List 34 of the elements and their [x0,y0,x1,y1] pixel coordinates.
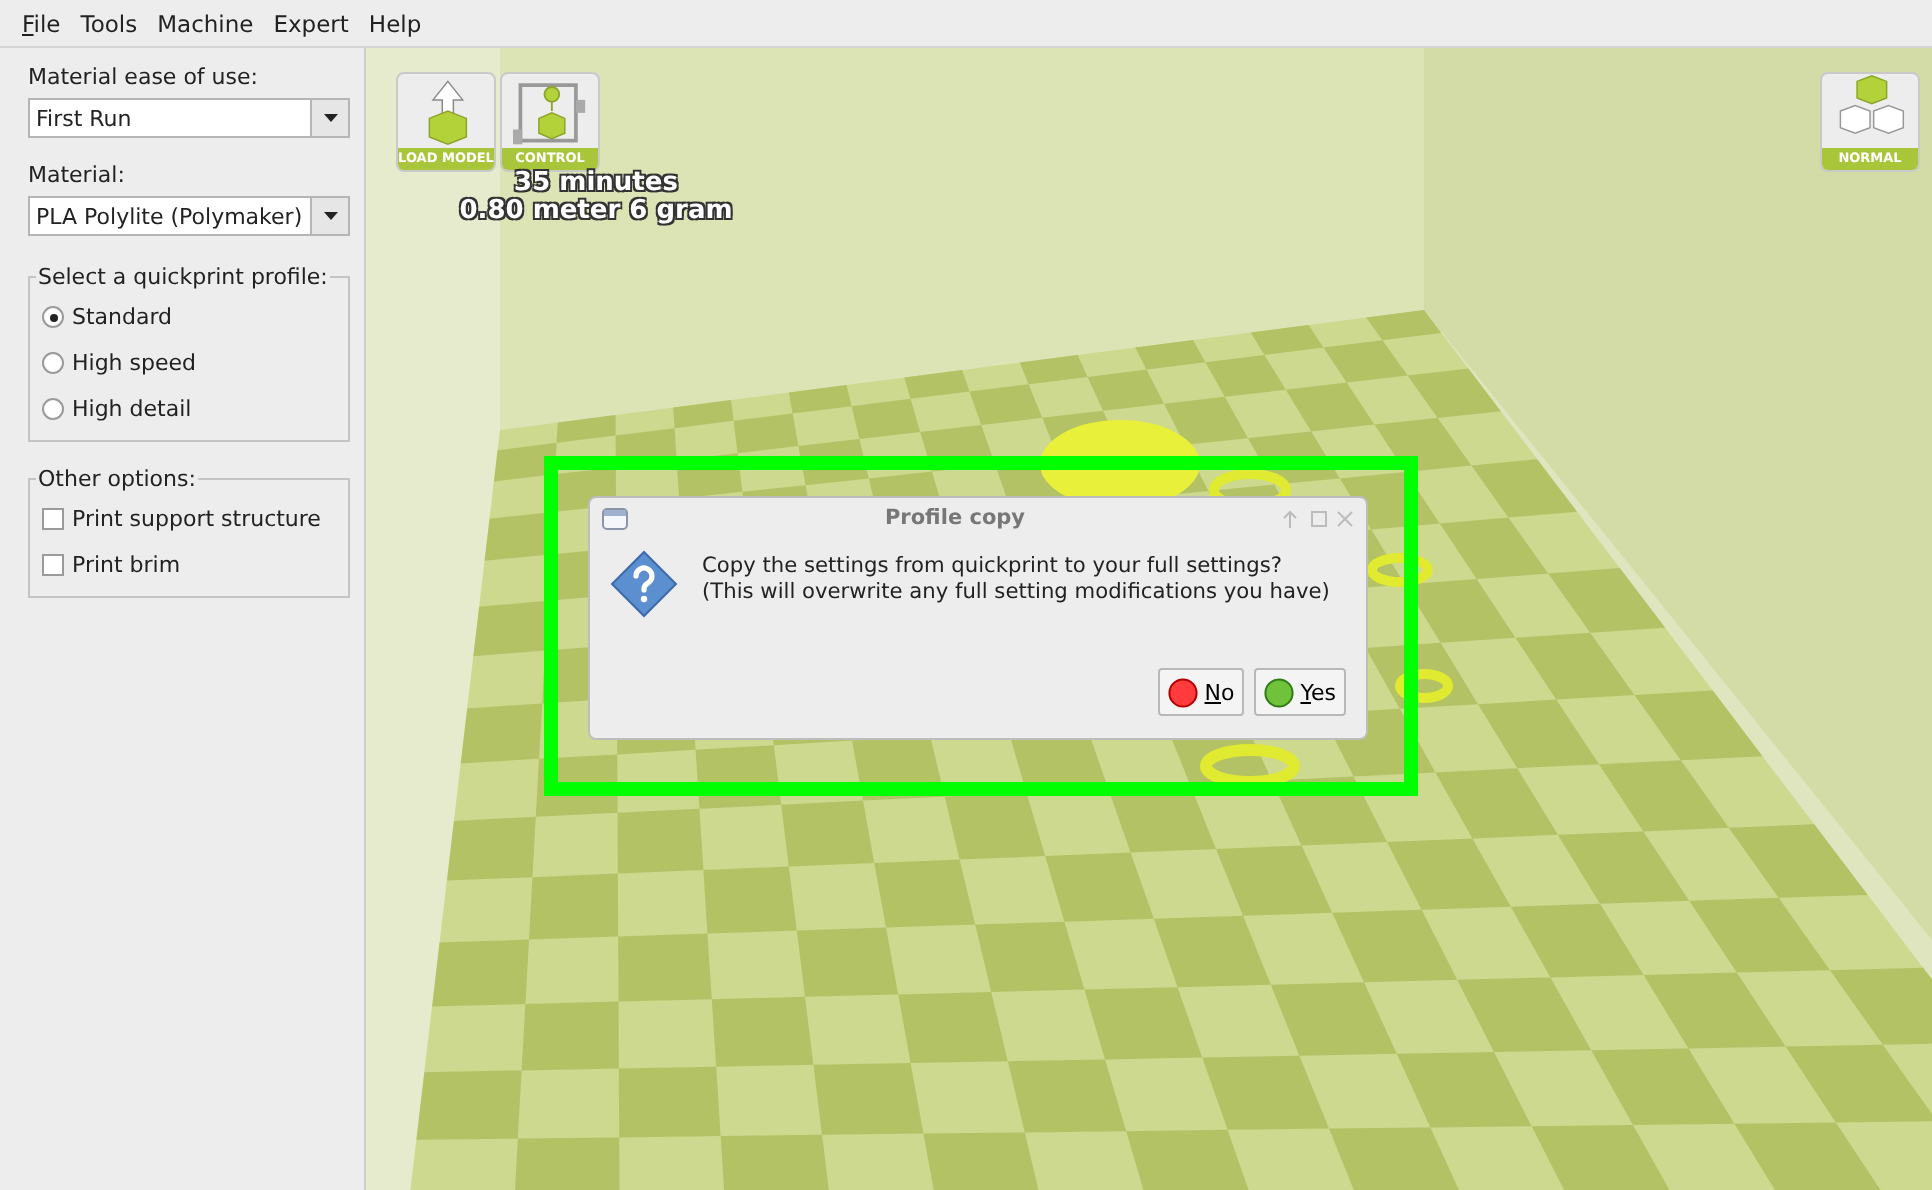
caret-icon [323,212,337,220]
radio-label[interactable]: High speed [72,350,197,376]
menu-item[interactable]: Machine [147,9,264,37]
dropdown[interactable]: PLA Polylite (Polymaker) [28,196,350,236]
question-icon [610,550,678,618]
checkbox[interactable] [42,508,64,530]
caret-icon [323,114,337,122]
print-estimate: 0.80 meter 6 gram [459,198,733,226]
window-controls-icon[interactable] [1282,509,1354,527]
radio-button[interactable] [42,398,64,420]
checkbox[interactable] [42,554,64,576]
status-dot-icon [1264,677,1295,707]
checkbox-label[interactable]: Print support structure [72,506,321,532]
radio-label[interactable]: Standard [72,304,173,330]
window-menu-icon[interactable] [602,507,628,529]
menu-item[interactable]: Expert [263,9,359,37]
field-label: Material ease of use: [28,64,260,90]
yes-button[interactable]: Yes [1254,668,1346,716]
menu-item[interactable]: Help [358,9,432,37]
menu-item[interactable]: File [12,9,71,37]
menu-item[interactable]: Tools [70,9,148,37]
dialog-message: Copy the settings from quickprint to your full settings? (This will overwrite any full setting modifications you have) [702,552,1330,606]
dropdown[interactable]: First Run [28,98,350,138]
dialog-title: Profile copy [882,506,1028,530]
print-estimate: 35 minutes [514,170,678,198]
radio-button[interactable] [42,352,64,374]
group-title: Other options: [36,466,198,492]
group-title: Select a quickprint profile: [36,264,330,290]
radio-label[interactable]: High detail [72,396,192,422]
no-button[interactable]: No [1158,668,1245,716]
status-dot-icon [1168,677,1199,707]
radio-button[interactable] [42,306,64,328]
field-label: Material: [28,162,127,188]
checkbox-label[interactable]: Print brim [72,552,181,578]
